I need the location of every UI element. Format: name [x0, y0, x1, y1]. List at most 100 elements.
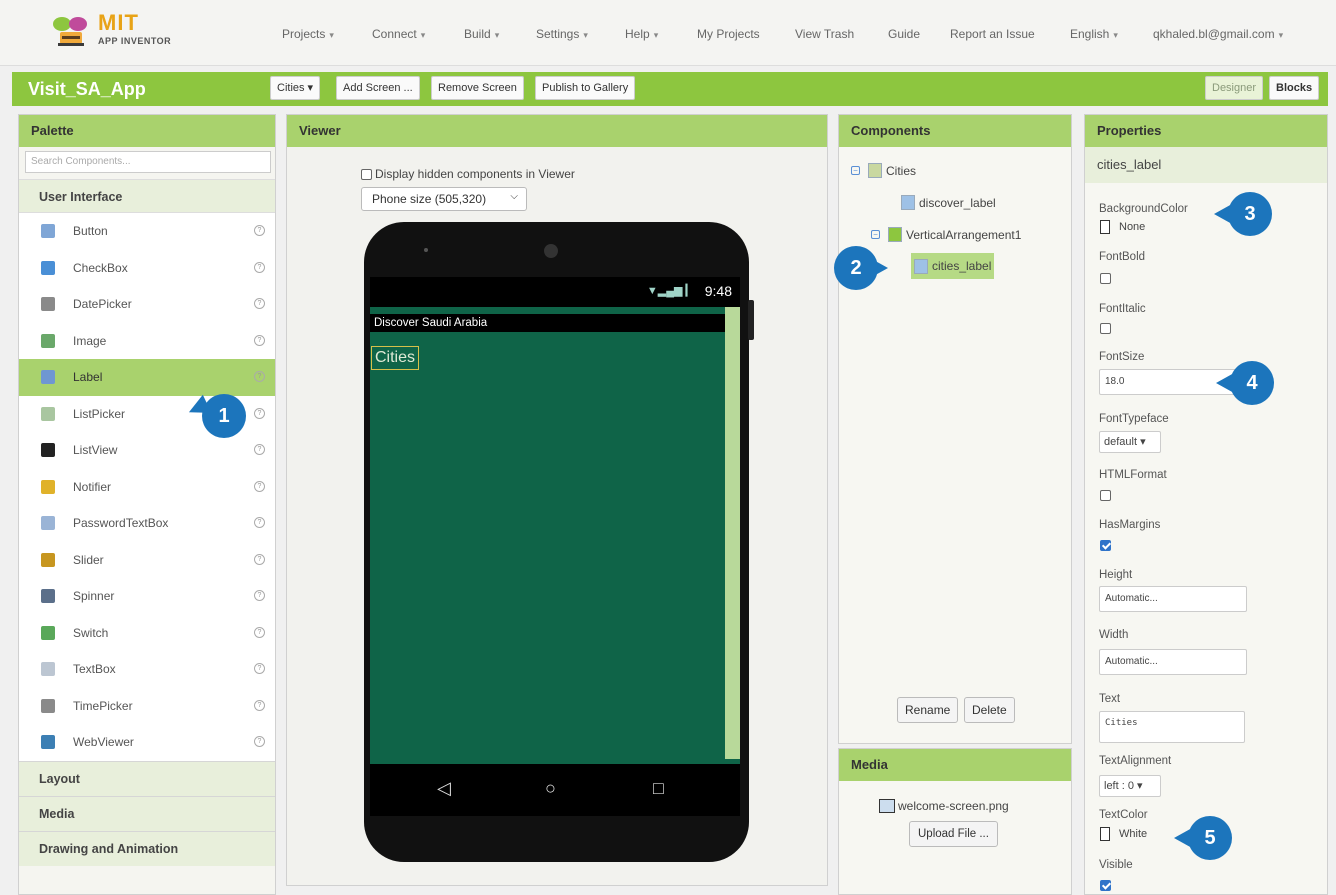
media-file-item[interactable]: welcome-screen.png	[879, 799, 1009, 813]
height-input[interactable]: Automatic...	[1099, 586, 1247, 612]
publish-to-gallery-button[interactable]: Publish to Gallery	[535, 76, 636, 100]
text-color-value[interactable]: White	[1119, 828, 1147, 840]
palette-item-switch[interactable]: Switch?	[19, 615, 275, 652]
palette-item-spinner[interactable]: Spinner?	[19, 578, 275, 615]
palette-item-label: DatePicker	[73, 297, 132, 312]
vertical-arrangement-strip[interactable]	[725, 307, 740, 759]
bee-logo-icon	[53, 17, 87, 46]
font-bold-checkbox[interactable]	[1100, 273, 1111, 284]
help-icon[interactable]: ?	[254, 699, 265, 711]
width-input[interactable]: Automatic...	[1099, 649, 1247, 675]
listview-icon	[41, 443, 55, 458]
properties-panel: Properties cities_label BackgroundColor …	[1084, 114, 1328, 895]
category-layout[interactable]: Layout	[19, 760, 275, 796]
text-color-swatch[interactable]	[1100, 827, 1110, 841]
rename-button[interactable]: Rename	[897, 697, 959, 723]
nav-settings[interactable]: Settings ▾	[536, 27, 588, 41]
mit-app-inventor-logo[interactable]: MIT APP INVENTOR	[48, 10, 188, 54]
help-icon[interactable]: ?	[254, 298, 265, 309]
html-format-checkbox[interactable]	[1100, 490, 1111, 501]
delete-button[interactable]: Delete	[964, 697, 1015, 723]
cities-label-preview[interactable]: Cities	[371, 346, 420, 370]
tree-node-discover-label[interactable]: discover_label	[901, 195, 996, 210]
palette-item-timepicker[interactable]: TimePicker?	[19, 688, 275, 725]
background-color-swatch[interactable]	[1100, 220, 1110, 234]
add-screen-button[interactable]: Add Screen ...	[336, 76, 420, 100]
html-format-label: HTMLFormat	[1099, 469, 1167, 481]
help-icon[interactable]: ?	[254, 626, 265, 638]
tree-node-cities[interactable]: − Cities	[851, 163, 916, 178]
palette-item-checkbox[interactable]: CheckBox?	[19, 250, 275, 287]
phone-nav-bar: ◁ ○ □	[370, 764, 740, 816]
nav-connect[interactable]: Connect ▾	[372, 27, 425, 41]
upload-file-button[interactable]: Upload File ...	[909, 821, 998, 847]
help-icon[interactable]: ?	[254, 407, 265, 419]
palette-item-webviewer[interactable]: WebViewer?	[19, 724, 275, 761]
designer-button[interactable]: Designer	[1205, 76, 1264, 100]
screen-select-button[interactable]: Cities ▾	[270, 76, 321, 100]
palette-item-image[interactable]: Image?	[19, 323, 275, 360]
help-icon[interactable]: ?	[254, 444, 265, 455]
text-textarea[interactable]: Cities	[1099, 711, 1245, 743]
top-bar: MIT APP INVENTOR Projects ▾ Connect ▾ Build ▾…	[0, 0, 1336, 66]
visible-checkbox[interactable]	[1100, 880, 1111, 891]
font-typeface-label: FontTypeface	[1099, 413, 1169, 425]
search-components-input[interactable]: Search Components...	[25, 151, 271, 173]
label-icon	[914, 258, 928, 274]
help-icon[interactable]: ?	[254, 225, 265, 236]
category-user-interface[interactable]: User Interface	[19, 179, 275, 213]
tree-node-label: discover_label	[919, 195, 996, 210]
label-icon	[41, 370, 55, 385]
nav-build[interactable]: Build ▾	[464, 27, 499, 41]
text-alignment-select[interactable]: left : 0 ▾	[1099, 775, 1161, 797]
blocks-button[interactable]: Blocks	[1269, 76, 1320, 100]
palette-item-passwordtextbox[interactable]: PasswordTextBox?	[19, 505, 275, 542]
nav-my-projects[interactable]: My Projects	[697, 27, 760, 41]
help-icon[interactable]: ?	[254, 334, 265, 346]
category-drawing-and-animation[interactable]: Drawing and Animation	[19, 830, 275, 866]
palette-item-datepicker[interactable]: DatePicker?	[19, 286, 275, 323]
help-icon[interactable]: ?	[254, 517, 265, 528]
nav-help[interactable]: Help ▾	[625, 27, 658, 41]
font-typeface-select[interactable]: default ▾	[1099, 431, 1161, 453]
tree-node-cities-label[interactable]: cities_label	[911, 253, 995, 279]
nav-projects[interactable]: Projects ▾	[282, 27, 334, 41]
palette-item-button[interactable]: Button?	[19, 213, 275, 250]
palette-item-slider[interactable]: Slider?	[19, 542, 275, 579]
nav-english[interactable]: English ▾	[1070, 27, 1118, 41]
collapse-toggle-icon[interactable]: −	[851, 166, 860, 175]
text-color-label: TextColor	[1099, 809, 1148, 821]
help-icon[interactable]: ?	[254, 553, 265, 565]
nav-guide[interactable]: Guide	[888, 27, 920, 41]
has-margins-checkbox[interactable]	[1100, 540, 1111, 551]
palette-item-label: WebViewer	[73, 735, 134, 750]
phone-screen	[370, 277, 740, 766]
datepicker-icon	[41, 297, 55, 312]
remove-screen-button[interactable]: Remove Screen	[431, 76, 524, 100]
phone-size-select[interactable]: Phone size (505,320) ⌵	[361, 187, 527, 211]
display-hidden-checkbox-row[interactable]: Display hidden components in Viewer	[361, 167, 575, 181]
help-icon[interactable]: ?	[254, 261, 265, 273]
category-media[interactable]: Media	[19, 795, 275, 831]
palette-item-notifier[interactable]: Notifier?	[19, 469, 275, 506]
collapse-toggle-icon[interactable]: −	[871, 230, 880, 239]
nav-qkhaled-bl-gmail-com[interactable]: qkhaled.bl@gmail.com ▾	[1153, 27, 1283, 41]
tree-node-verticalarrangement1[interactable]: − VerticalArrangement1	[871, 227, 1021, 242]
help-icon[interactable]: ?	[254, 663, 265, 674]
nav-report-an-issue[interactable]: Report an Issue	[950, 27, 1035, 41]
nav-view-trash[interactable]: View Trash	[795, 27, 854, 41]
background-color-value[interactable]: None	[1119, 221, 1145, 233]
display-hidden-checkbox[interactable]	[361, 168, 372, 180]
image-icon	[41, 333, 55, 348]
screen-title-bar[interactable]: Discover Saudi Arabia	[370, 314, 725, 332]
palette-item-label[interactable]: Label?	[19, 359, 275, 396]
palette-item-label: CheckBox	[73, 260, 128, 275]
nav-label: Guide	[888, 27, 921, 41]
help-icon[interactable]: ?	[254, 736, 265, 747]
font-italic-checkbox[interactable]	[1100, 323, 1111, 334]
help-icon[interactable]: ?	[254, 371, 265, 382]
palette-item-textbox[interactable]: TextBox?	[19, 651, 275, 688]
help-icon[interactable]: ?	[254, 480, 265, 492]
callout-1-number: 1	[202, 394, 246, 438]
help-icon[interactable]: ?	[254, 590, 265, 601]
